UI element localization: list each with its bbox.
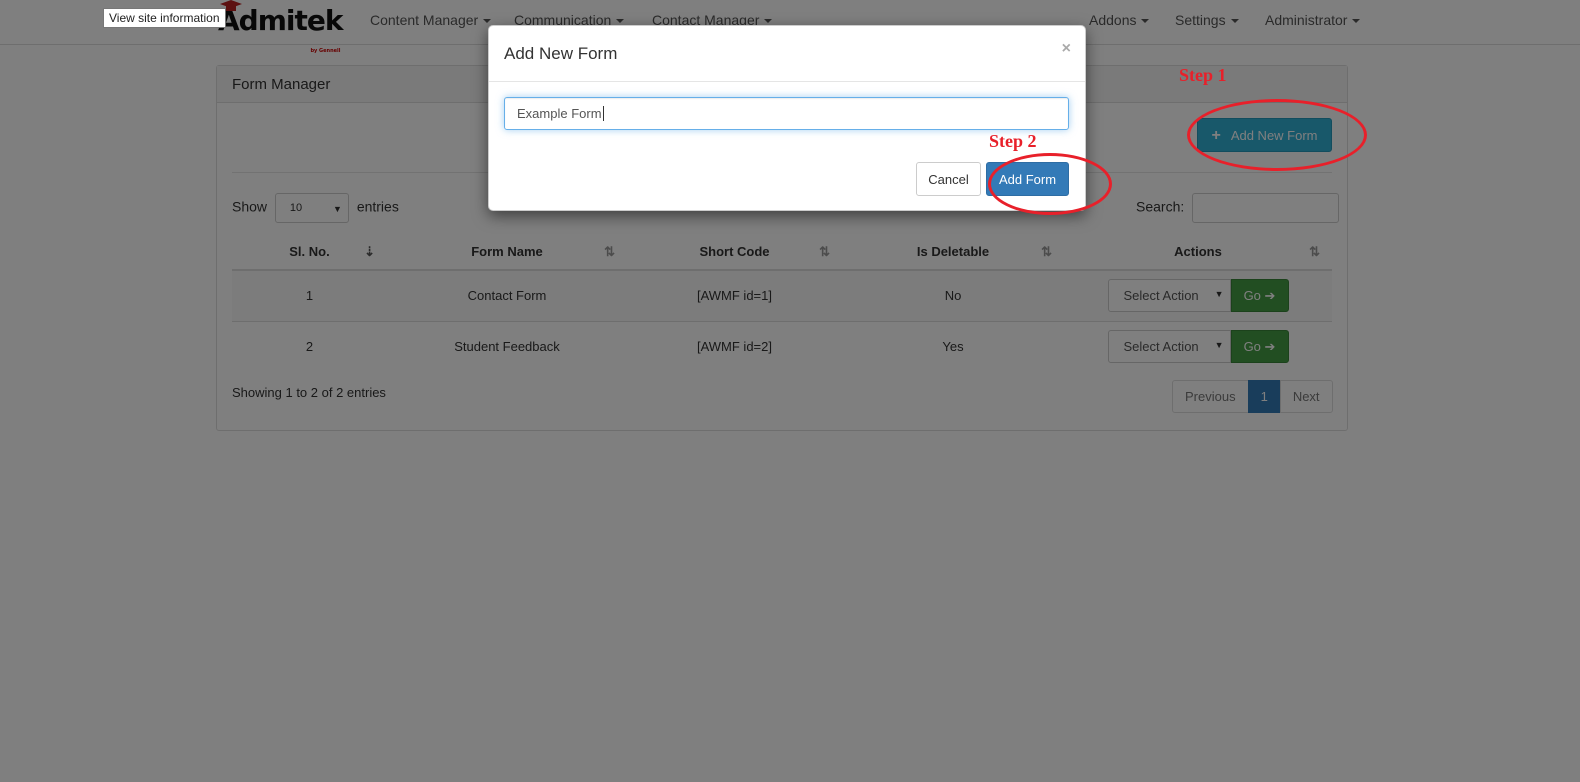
form-name-input-value: Example Form: [517, 106, 602, 121]
modal-title: Add New Form: [504, 44, 618, 63]
cancel-button[interactable]: Cancel: [916, 162, 981, 196]
step-1-highlight-ring: [1187, 99, 1367, 171]
site-info-tooltip: View site information: [103, 8, 226, 28]
step-2-annotation: Step 2: [989, 131, 1037, 151]
form-name-input[interactable]: Example Form: [504, 97, 1069, 130]
text-cursor: [602, 106, 604, 121]
step-1-annotation: Step 1: [1179, 65, 1227, 85]
step-2-highlight-ring: [988, 153, 1112, 215]
modal-header: Add New Form ×: [489, 26, 1085, 82]
close-icon[interactable]: ×: [1062, 40, 1071, 58]
